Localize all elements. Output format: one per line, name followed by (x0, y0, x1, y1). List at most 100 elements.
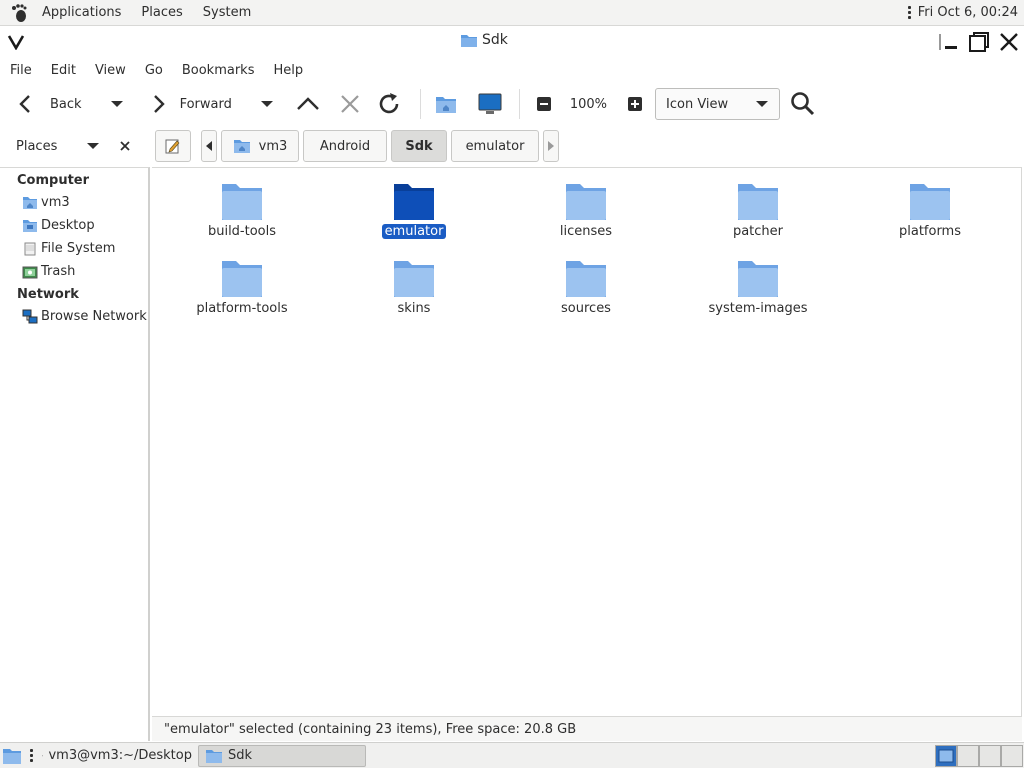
folder-item-patcher[interactable]: patcher (698, 180, 818, 239)
breadcrumb-label: emulator (465, 138, 525, 154)
folder-item-emulator[interactable]: emulator (354, 180, 474, 239)
back-label: Back (50, 96, 82, 112)
folder-item-licenses[interactable]: licenses (526, 180, 646, 239)
back-history-dropdown[interactable] (110, 87, 124, 121)
reload-button[interactable] (376, 87, 402, 121)
applications-menu[interactable]: Applications (34, 5, 129, 20)
breadcrumb-android[interactable]: Android (303, 130, 387, 162)
zoom-level: 100% (569, 96, 608, 112)
file-name: system-images (708, 301, 808, 316)
file-name: build-tools (207, 224, 277, 239)
task-terminal[interactable]: vm3@vm3:~/Desktop (36, 745, 198, 767)
folder-item-system-images[interactable]: system-images (698, 257, 818, 316)
back-button[interactable]: Back (16, 87, 82, 121)
edit-menu[interactable]: Edit (41, 63, 85, 78)
window-menu-icon[interactable] (0, 27, 32, 57)
toggle-location-entry-button[interactable] (155, 130, 191, 162)
zoom-out-icon (536, 97, 551, 111)
sidebar-item-trash[interactable]: Trash (0, 260, 148, 283)
close-button[interactable] (996, 29, 1022, 55)
folder-icon (222, 261, 262, 297)
maximize-button[interactable] (966, 29, 992, 55)
folder-icon (206, 749, 222, 763)
help-menu[interactable]: Help (263, 63, 312, 78)
file-name: platform-tools (196, 301, 288, 316)
go-menu[interactable]: Go (135, 63, 172, 78)
file-name: licenses (559, 224, 613, 239)
search-button[interactable] (790, 87, 816, 121)
file-name: emulator (381, 224, 447, 239)
forward-label: Forward (179, 96, 232, 112)
gnome-foot-icon[interactable] (8, 2, 30, 24)
breadcrumb-scroll-right[interactable] (543, 130, 559, 162)
places-dropdown[interactable] (86, 141, 100, 151)
back-arrow-icon (19, 95, 30, 113)
sidebar-heading-network: Network (17, 286, 79, 302)
workspace-4[interactable] (1001, 744, 1023, 767)
panel-handle-icon[interactable] (907, 6, 913, 19)
sidebar-item-vm3[interactable]: vm3 (0, 191, 148, 214)
zoom-in-icon (628, 97, 643, 111)
edit-location-icon (165, 139, 180, 154)
toolbar-separator (518, 89, 520, 119)
show-desktop-button[interactable] (2, 747, 22, 765)
toolbar-separator (419, 89, 421, 119)
sidebar-item-label: File System (41, 241, 116, 256)
folder-icon (910, 184, 950, 220)
clock[interactable]: Fri Oct 6, 00:24 (918, 5, 1018, 20)
sidebar-item-desktop[interactable]: Desktop (0, 214, 148, 237)
workspace-1[interactable] (935, 744, 957, 767)
bottom-panel: vm3@vm3:~/Desktop Sdk (0, 742, 1024, 768)
top-panel: Applications Places System Fri Oct 6, 00… (0, 0, 1024, 26)
folder-icon (394, 261, 434, 297)
sidebar-item-file-system[interactable]: File System (0, 237, 148, 260)
icon-view[interactable]: build-tools emulator licenses patcher pl… (152, 167, 1022, 716)
folder-item-build-tools[interactable]: build-tools (182, 180, 302, 239)
workspace-2[interactable] (957, 744, 979, 767)
trash-icon (22, 264, 38, 280)
zoom-out-button[interactable] (536, 87, 552, 121)
folder-item-skins[interactable]: skins (354, 257, 474, 316)
minimize-button[interactable] (936, 29, 962, 55)
file-menu[interactable]: File (0, 63, 41, 78)
breadcrumb-sdk[interactable]: Sdk (391, 130, 447, 162)
folder-item-platforms[interactable]: platforms (870, 180, 990, 239)
sidebar-item-label: Trash (41, 264, 76, 279)
folder-item-platform-tools[interactable]: platform-tools (182, 257, 302, 316)
breadcrumb-scroll-left[interactable] (201, 130, 217, 162)
bookmarks-menu[interactable]: Bookmarks (172, 63, 264, 78)
home-button[interactable] (435, 87, 457, 121)
view-menu[interactable]: View (85, 63, 135, 78)
breadcrumb-vm3[interactable]: vm3 (221, 130, 299, 162)
view-mode-label: Icon View (666, 96, 729, 112)
up-arrow-icon (296, 97, 319, 110)
chevron-down-icon (756, 101, 769, 107)
breadcrumb-label: Sdk (405, 138, 433, 154)
close-sidebar-button[interactable] (120, 141, 130, 151)
folder-icon (738, 184, 778, 220)
computer-button[interactable] (477, 87, 503, 121)
forward-button[interactable]: Forward (148, 87, 232, 121)
chevron-right-icon (548, 141, 554, 151)
workspace-3[interactable] (979, 744, 1001, 767)
file-name: sources (561, 301, 611, 316)
breadcrumb-emulator[interactable]: emulator (451, 130, 539, 162)
status-text: "emulator" selected (containing 23 items… (164, 721, 577, 737)
stop-button[interactable] (340, 87, 360, 121)
places-menu[interactable]: Places (133, 5, 190, 20)
up-button[interactable] (296, 87, 320, 121)
chevron-left-icon (206, 141, 212, 151)
system-menu[interactable]: System (195, 5, 259, 20)
sidebar-item-label: Browse Network (41, 309, 147, 324)
sidebar-item-browse-network[interactable]: Browse Network (0, 305, 148, 328)
status-bar: "emulator" selected (containing 23 items… (152, 716, 1022, 741)
panel-handle-icon[interactable] (28, 749, 34, 762)
folder-item-sources[interactable]: sources (526, 257, 646, 316)
zoom-in-button[interactable] (627, 87, 643, 121)
folder-icon (461, 35, 477, 47)
view-mode-select[interactable]: Icon View (655, 88, 781, 120)
forward-history-dropdown[interactable] (260, 87, 274, 121)
task-sdk[interactable]: Sdk (198, 744, 366, 767)
breadcrumb-label: Android (319, 138, 371, 154)
window-thumbnail-icon (938, 749, 954, 762)
